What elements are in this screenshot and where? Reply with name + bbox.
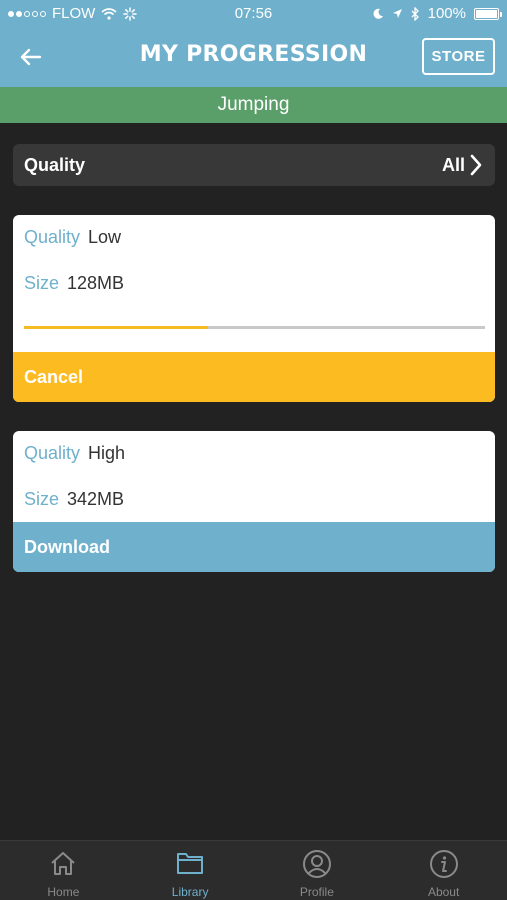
tab-home[interactable]: Home [0,841,127,900]
profile-icon [302,850,331,878]
download-button[interactable]: Download [13,522,495,572]
folder-icon [177,853,204,874]
quality-value: Low [88,227,122,247]
quality-filter-value: All [441,155,465,175]
download-card-low: Quality Low Size 128MB Cancel [13,215,495,402]
location-arrow-icon [392,9,402,18]
battery-percent: 100% [427,5,466,22]
size-key: Size [24,489,60,509]
tab-label: Home [47,885,80,899]
quality-key: Quality [24,443,81,463]
battery-icon [474,7,502,20]
quality-row: Quality Low [24,227,121,248]
status-bar: FLOW 07:56 100% [0,0,507,28]
store-button[interactable]: STORE [422,38,495,75]
category-bar: Jumping [0,87,507,123]
quality-filter-label: Quality [24,155,86,175]
tab-profile[interactable]: Profile [254,841,381,900]
cancel-button[interactable]: Cancel [13,352,495,402]
tab-label: Profile [299,885,334,899]
download-progress-bar [24,326,485,329]
size-value: 342MB [67,489,125,509]
tab-label: Library [171,885,209,899]
size-row: Size 128MB [24,273,124,294]
bottom-tab-bar: Home Library Profile About [0,840,507,900]
quality-row: Quality High [24,443,125,464]
tab-library[interactable]: Library [127,841,254,900]
chevron-right-icon [470,154,482,176]
tab-label: About [427,885,460,899]
status-right: 100% [372,5,502,22]
info-icon [429,850,458,878]
download-card-high: Quality High Size 342MB Download [13,431,495,572]
quality-filter-row[interactable]: Quality All [13,144,495,186]
size-value: 128MB [67,273,125,293]
app-header-background: FLOW 07:56 100% MY PROGRESSION STORE [0,0,507,87]
size-key: Size [24,273,60,293]
tab-about[interactable]: About [380,841,507,900]
moon-icon [373,8,383,19]
quality-value: High [88,443,126,463]
size-row: Size 342MB [24,489,124,510]
bluetooth-icon [411,6,419,21]
quality-key: Quality [24,227,81,247]
download-progress-fill [24,326,209,329]
nav-header: MY PROGRESSION STORE [0,28,507,87]
home-icon [51,852,76,875]
